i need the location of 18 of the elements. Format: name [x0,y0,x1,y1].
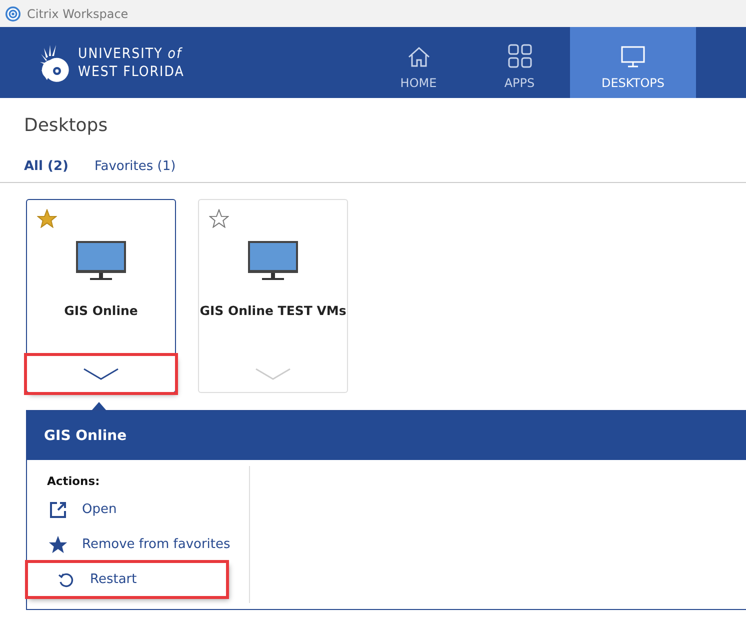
action-link[interactable]: Remove from favorites [47,527,247,562]
action-link[interactable]: Open [47,492,247,527]
desktop-name: GIS Online [64,303,138,318]
page-title: Desktops [23,114,109,138]
logo-text: UNIVERSITY of [78,44,184,62]
desktop-name: GIS Online TEST VMs [200,303,346,318]
filter-tab[interactable]: Favorites (1) [94,157,176,175]
logo-text: WEST FLORIDA [78,62,184,80]
window-title: Citrix Workspace [27,6,128,20]
desktop-card[interactable]: GIS Online TEST VMs [198,199,348,393]
nav-tab[interactable]: HOME [368,27,469,98]
nav-tab[interactable]: DESKTOPS [570,27,696,98]
details-header: GIS Online [27,411,746,460]
actions-label: Actions: [47,474,101,488]
filter-tab[interactable]: All (2) [24,157,68,175]
action-link[interactable]: Restart [27,562,227,597]
nav-tab[interactable]: APPS [469,27,570,98]
desktop-card[interactable]: GIS Online [26,199,176,393]
